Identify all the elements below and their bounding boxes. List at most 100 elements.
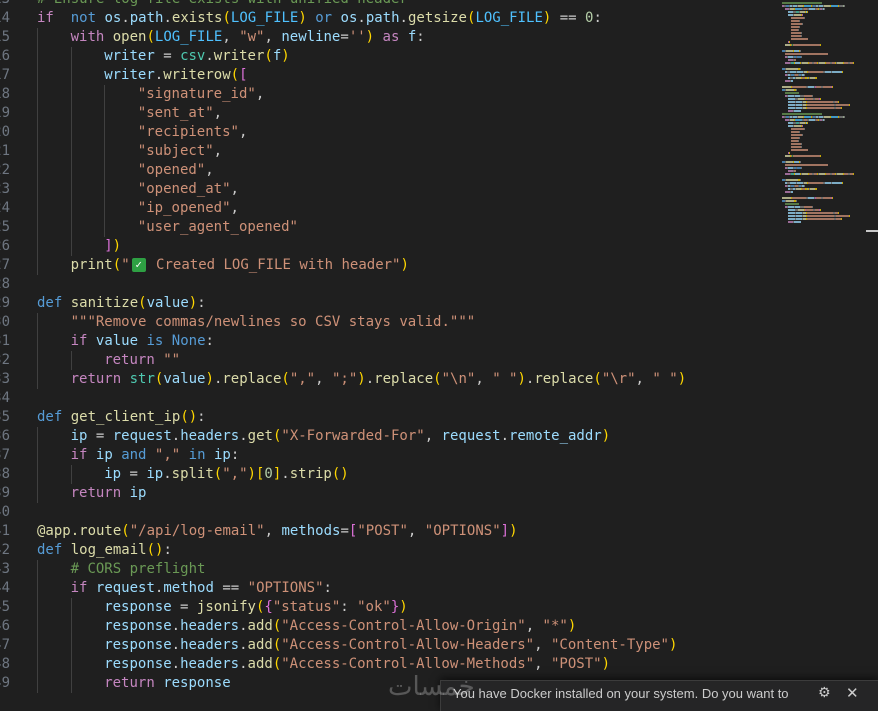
minimap-token bbox=[791, 137, 799, 139]
code-line[interactable]: 46response.headers.add("Access-Control-A… bbox=[0, 617, 780, 636]
code-editor[interactable]: 13 # Ensure log file exists with unified … bbox=[0, 0, 780, 693]
code-token: : bbox=[163, 542, 172, 558]
code-line[interactable]: 29 def sanitize(value): bbox=[0, 294, 780, 313]
code-token: ip bbox=[95, 447, 113, 463]
code-token: "opened" bbox=[137, 162, 206, 178]
code-text: # Ensure log file exists with unified he… bbox=[37, 0, 408, 9]
line-number: 43 bbox=[0, 561, 10, 577]
code-token: ( bbox=[121, 523, 130, 539]
minimap-token bbox=[786, 89, 794, 91]
code-token: . bbox=[163, 466, 172, 482]
code-token: ) bbox=[601, 656, 610, 672]
code-token: , bbox=[407, 523, 425, 539]
code-token: get_client_ip bbox=[70, 409, 181, 425]
code-token: @app.route bbox=[37, 523, 122, 539]
code-line[interactable]: 24 "ip_opened", bbox=[0, 199, 780, 218]
code-line[interactable]: 30 """Remove commas/newlines so CSV stays… bbox=[0, 313, 780, 332]
code-line[interactable]: 21 "subject", bbox=[0, 142, 780, 161]
code-line[interactable]: 28 bbox=[0, 275, 780, 294]
code-line[interactable]: 18 "signature_id", bbox=[0, 85, 780, 104]
code-line[interactable]: 14if not os.path.exists(LOG_FILE) or os.… bbox=[0, 9, 780, 28]
minimap-token bbox=[798, 140, 799, 142]
code-token: return bbox=[104, 352, 155, 368]
code-line[interactable]: 47response.headers.add("Access-Control-A… bbox=[0, 636, 780, 655]
code-line[interactable]: 44 if request.method == "OPTIONS": bbox=[0, 579, 780, 598]
line-number: 23 bbox=[0, 181, 10, 197]
code-line[interactable]: 20 "recipients", bbox=[0, 123, 780, 142]
code-token: , bbox=[534, 656, 551, 672]
code-token: "sent_at" bbox=[137, 105, 214, 121]
code-token: : bbox=[197, 409, 206, 425]
code-token: response bbox=[104, 618, 172, 634]
indent-guide bbox=[70, 655, 72, 674]
minimap-token bbox=[795, 119, 802, 121]
minimap-token bbox=[801, 56, 802, 58]
minimap-token bbox=[786, 200, 794, 202]
code-token: LOG_FILE bbox=[154, 29, 223, 45]
code-line[interactable]: 19 "sent_at", bbox=[0, 104, 780, 123]
code-token: "user_agent_opened" bbox=[137, 219, 298, 235]
indent-guide bbox=[37, 484, 38, 503]
minimap-token bbox=[832, 197, 833, 199]
code-token: . bbox=[171, 637, 181, 653]
minimap-token bbox=[796, 200, 797, 202]
line-number: 44 bbox=[0, 580, 10, 596]
line-number: 35 bbox=[0, 409, 10, 425]
code-line[interactable]: 17 writer.writerow([ bbox=[0, 66, 780, 85]
gear-icon[interactable]: ⚙ bbox=[818, 685, 831, 701]
code-line[interactable]: 45 response = jsonify({"status": "ok"}) bbox=[0, 598, 780, 617]
code-line[interactable]: 36 ip = request.headers.get("X-Forwarded-… bbox=[0, 427, 780, 446]
code-line[interactable]: 32 return "" bbox=[0, 351, 780, 370]
code-line[interactable]: 38ip = ip.split(",")[0].strip() bbox=[0, 465, 780, 484]
code-token: ) bbox=[365, 29, 375, 45]
line-number: 15 bbox=[0, 29, 10, 45]
code-token: LOG_FILE bbox=[230, 10, 299, 26]
code-text: if ip and "," in ip: bbox=[71, 446, 240, 465]
code-line[interactable]: 25 "user_agent_opened" bbox=[0, 218, 780, 237]
indent-guide bbox=[70, 47, 72, 66]
code-line[interactable]: 15 with open(LOG_FILE, "w", newline='') a… bbox=[0, 28, 780, 47]
code-line[interactable]: 43 # CORS preflight bbox=[0, 560, 780, 579]
code-line[interactable]: 40 bbox=[0, 503, 780, 522]
minimap-token bbox=[791, 134, 802, 136]
code-line[interactable]: 16writer = csv.writer(f) bbox=[0, 47, 780, 66]
code-token: headers bbox=[180, 637, 240, 653]
code-token: os bbox=[104, 10, 122, 26]
code-line[interactable]: 35 def get_client_ip(): bbox=[0, 408, 780, 427]
minimap-token bbox=[849, 215, 850, 217]
minimap-token bbox=[796, 89, 797, 91]
indent-guide bbox=[104, 161, 106, 180]
code-line[interactable]: 27 print("✓ Created LOG_FILE with header"… bbox=[0, 256, 780, 275]
close-icon[interactable]: ✕ bbox=[846, 684, 859, 702]
code-line[interactable]: 26]) bbox=[0, 237, 780, 256]
code-line[interactable]: 42 def log_email(): bbox=[0, 541, 780, 560]
minimap-token bbox=[838, 212, 839, 214]
code-token: ) bbox=[247, 466, 256, 482]
code-line[interactable]: 23 "opened_at", bbox=[0, 180, 780, 199]
line-number: 19 bbox=[0, 105, 10, 121]
code-line[interactable]: 41 @app.route("/api/log-email", methods=[… bbox=[0, 522, 780, 541]
code-line[interactable]: 33return str(value).replace(",", ";").re… bbox=[0, 370, 780, 389]
code-token: with bbox=[70, 29, 105, 45]
code-token: return bbox=[70, 371, 122, 387]
code-line[interactable]: 34 bbox=[0, 389, 780, 408]
code-token: "Content-Type" bbox=[550, 637, 669, 653]
code-line[interactable]: 39 return ip bbox=[0, 484, 780, 503]
line-number: 47 bbox=[0, 637, 10, 653]
code-token: "recipients" bbox=[137, 124, 239, 140]
code-token: methods bbox=[281, 523, 341, 539]
minimap-token bbox=[804, 74, 805, 76]
code-line[interactable]: 13 # Ensure log file exists with unified … bbox=[0, 0, 780, 9]
indent-guide bbox=[37, 598, 38, 617]
code-line[interactable]: 31 if value is None: bbox=[0, 332, 780, 351]
code-token: ( bbox=[222, 10, 231, 26]
minimap[interactable] bbox=[776, 0, 876, 230]
code-line[interactable]: 22 "opened", bbox=[0, 161, 780, 180]
code-token: None bbox=[171, 333, 206, 349]
code-line[interactable]: 37 if ip and "," in ip: bbox=[0, 446, 780, 465]
code-token: "\r" bbox=[601, 371, 636, 387]
code-token: sanitize bbox=[70, 295, 139, 311]
